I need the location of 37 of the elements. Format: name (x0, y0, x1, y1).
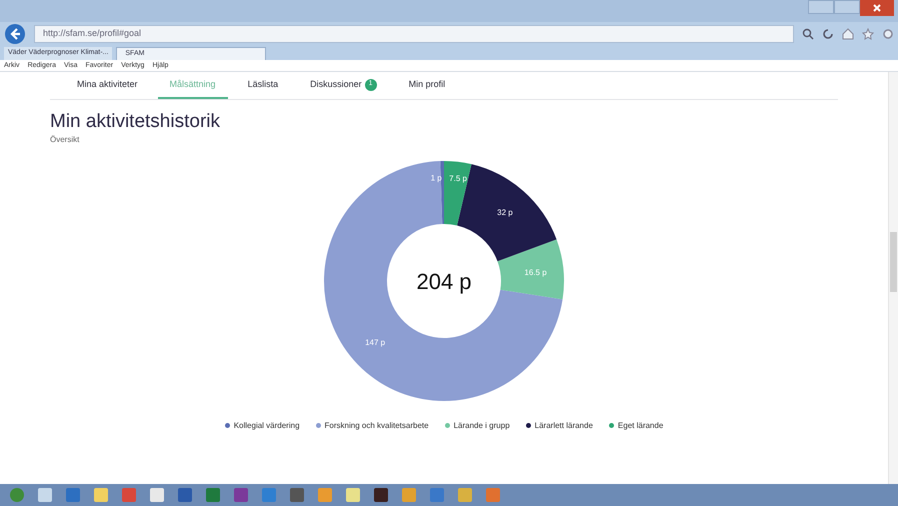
legend-label: Kollegial värdering (234, 420, 300, 432)
slice-value-label: 7.5 p (449, 174, 467, 183)
legend-label: Lärarlett lärande (534, 420, 593, 432)
page-subheading: Översikt (50, 134, 80, 146)
taskbar-app-icon[interactable] (372, 487, 390, 503)
minimize-button[interactable] (808, 0, 834, 14)
close-icon (873, 4, 881, 12)
nav-tab[interactable]: Min profil (396, 72, 458, 99)
taskbar-app-icon[interactable] (36, 487, 54, 503)
legend-label: Eget lärande (618, 420, 664, 432)
legend-label: Lärande i grupp (454, 420, 510, 432)
home-icon[interactable] (842, 28, 854, 40)
refresh-icon[interactable] (822, 28, 834, 40)
close-button[interactable] (860, 0, 894, 16)
address-field[interactable]: http://sfam.se/profil#goal (34, 25, 794, 43)
taskbar-app-icon[interactable] (176, 487, 194, 503)
maximize-button[interactable] (834, 0, 860, 14)
nav-tab[interactable]: Läslista (236, 72, 290, 99)
slice-value-label: 1 p (430, 173, 442, 182)
scrollbar[interactable] (888, 72, 898, 484)
slice-value-label: 16.5 p (524, 268, 547, 277)
legend-label: Forskning och kvalitetsarbete (324, 420, 429, 432)
taskbar-app-icon[interactable] (148, 487, 166, 503)
slice-value-label: 147 p (365, 338, 386, 347)
search-icon[interactable] (802, 28, 814, 40)
total-label: 204 p (416, 268, 472, 294)
star-icon[interactable] (862, 28, 874, 40)
slice-value-label: 32 p (497, 208, 513, 217)
nav-tab[interactable]: Mina aktiviteter (65, 72, 150, 99)
start-button-icon[interactable] (8, 487, 26, 503)
back-icon[interactable] (4, 23, 26, 45)
taskbar-app-icon[interactable] (344, 487, 362, 503)
settings-icon[interactable] (882, 28, 894, 40)
taskbar-app-icon[interactable] (288, 487, 306, 503)
page-heading: Min aktivitetshistorik (50, 110, 221, 134)
taskbar-app-icon[interactable] (232, 487, 250, 503)
taskbar-app-icon[interactable] (92, 487, 110, 503)
